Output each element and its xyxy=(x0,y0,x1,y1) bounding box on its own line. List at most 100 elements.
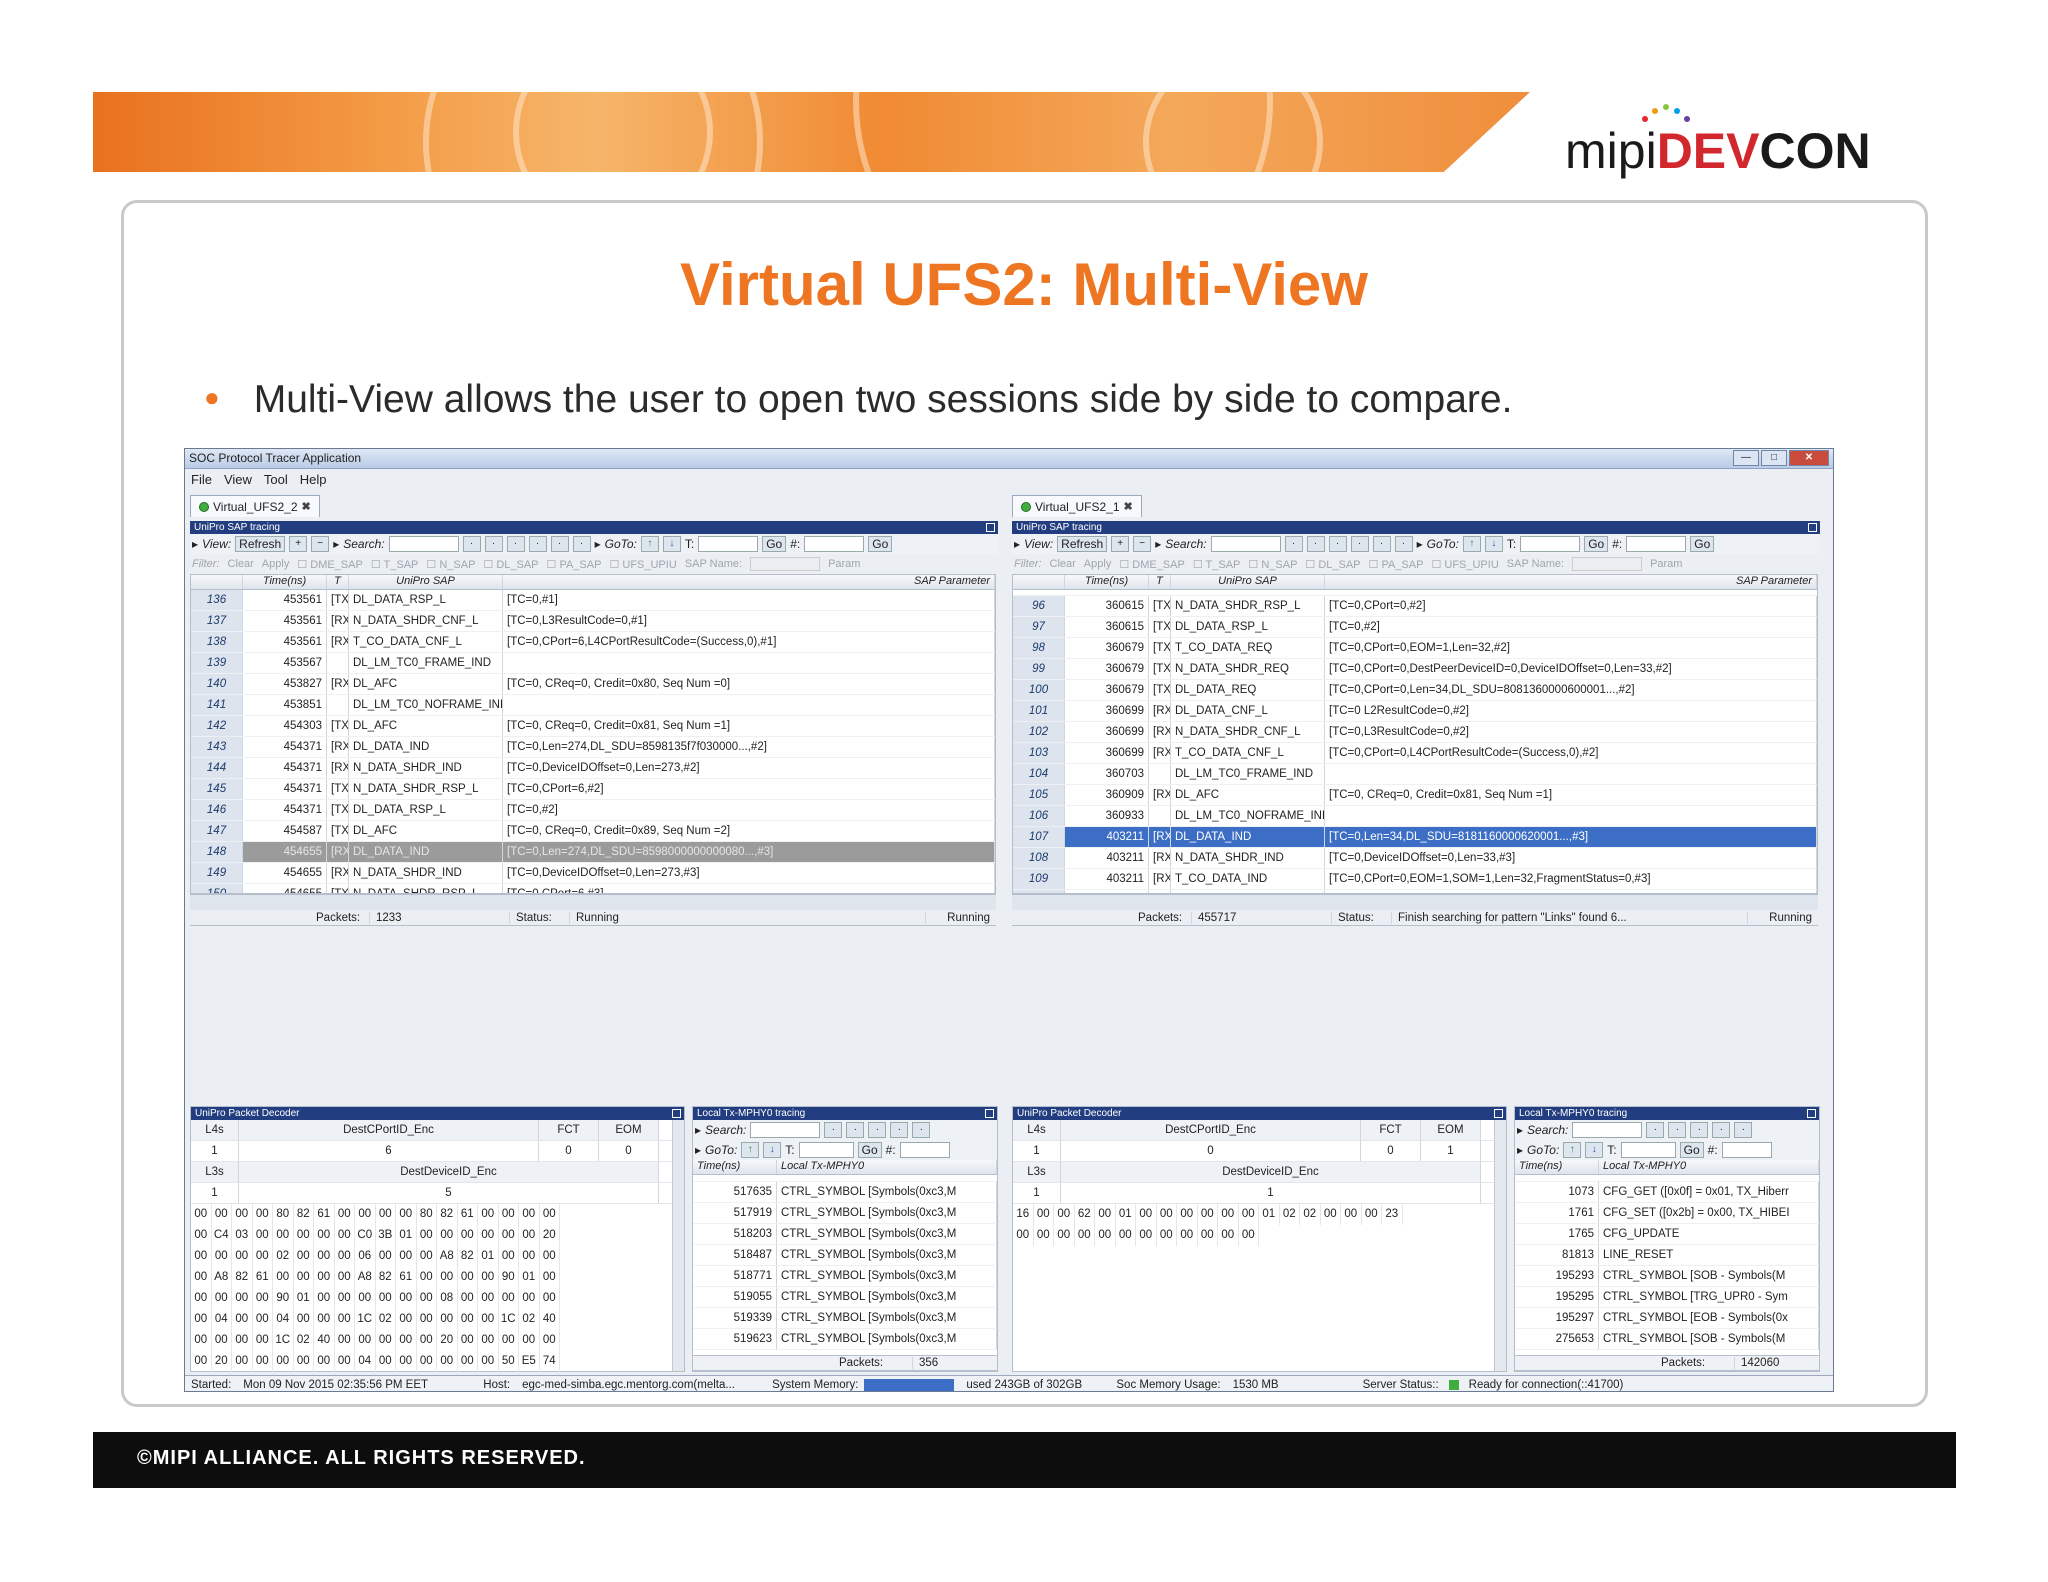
next-icon[interactable]: · xyxy=(890,1122,909,1138)
filter-checkbox-dl-sap[interactable]: ☐ DL_SAP xyxy=(483,558,538,571)
go-number-button[interactable]: Go xyxy=(1690,536,1715,552)
filter-checkbox-pa-sap[interactable]: ☐ PA_SAP xyxy=(1369,558,1424,571)
filter-checkbox-dl-sap[interactable]: ☐ DL_SAP xyxy=(1305,558,1360,571)
sap-name-input[interactable] xyxy=(1572,557,1643,571)
stop-icon[interactable]: · xyxy=(1734,1122,1753,1138)
table-row[interactable]: 140453827[RX]DL_AFC[TC=0, CReq=0, Credit… xyxy=(191,674,995,695)
packet-number-input[interactable] xyxy=(1721,1142,1772,1158)
table-row[interactable]: 141 453851 DL_LM_TC0_NOFRAME_IND xyxy=(191,695,995,716)
time-input[interactable] xyxy=(798,1142,854,1158)
search-icon[interactable]: · xyxy=(462,536,481,552)
table-row[interactable]: 142454303[TX]DL_AFC[TC=0, CReq=0, Credit… xyxy=(191,716,995,737)
expand-arrow-icon[interactable]: ▸ xyxy=(595,537,601,551)
column-header[interactable]: Time(ns) xyxy=(693,1160,777,1174)
horizontal-scrollbar[interactable] xyxy=(1012,894,1818,910)
table-row[interactable]: 101360699[RX]DL_DATA_CNF_L[TC=0 L2Result… xyxy=(1013,701,1817,722)
table-row[interactable]: 102360699[RX]N_DATA_SHDR_CNF_L[TC=0,L3Re… xyxy=(1013,722,1817,743)
panel-maximize-icon[interactable] xyxy=(985,1109,994,1118)
next-icon[interactable]: · xyxy=(528,536,547,552)
menu-tool[interactable]: Tool xyxy=(264,472,288,488)
stop-icon[interactable]: · xyxy=(1372,536,1391,552)
mphy-row[interactable]: 1073 CFG_GET ([0x0f] = 0x01, TX_Hiberr xyxy=(1515,1182,1819,1203)
filter-checkbox-dme-sap[interactable]: ☐ DME_SAP xyxy=(297,558,363,571)
table-row[interactable]: 148454655[RX]DL_DATA_IND[TC=0,Len=274,DL… xyxy=(191,842,995,863)
table-row[interactable]: 108403211[RX]N_DATA_SHDR_IND[TC=0,Device… xyxy=(1013,848,1817,869)
go-number-button[interactable]: Go xyxy=(868,536,893,552)
refresh-button[interactable]: Refresh xyxy=(1057,536,1108,552)
column-header[interactable]: Time(ns) xyxy=(243,575,327,589)
mphy-row[interactable]: 517919 CTRL_SYMBOL [Symbols(0xc3,M xyxy=(693,1203,997,1224)
time-input[interactable] xyxy=(698,536,759,552)
table-row[interactable]: 100360679[TX]DL_DATA_REQ[TC=0,CPort=0,Le… xyxy=(1013,680,1817,701)
zoom-in-icon[interactable]: + xyxy=(1111,536,1130,552)
table-row[interactable]: 145454371[TX]N_DATA_SHDR_RSP_L[TC=0,CPor… xyxy=(191,779,995,800)
filter-checkbox-t-sap[interactable]: ☐ T_SAP xyxy=(371,558,419,571)
table-row[interactable]: 99360679[TX]N_DATA_SHDR_REQ[TC=0,CPort=0… xyxy=(1013,659,1817,680)
clear-filter-button[interactable]: Clear xyxy=(228,558,254,570)
panel-maximize-icon[interactable] xyxy=(1808,523,1817,532)
table-row[interactable]: 98360679[TX]T_CO_DATA_REQ[TC=0,CPort=0,E… xyxy=(1013,638,1817,659)
packet-number-input[interactable] xyxy=(804,536,865,552)
tab-close-icon[interactable]: ✖ xyxy=(302,500,311,513)
apply-filter-button[interactable]: Apply xyxy=(262,558,290,570)
table-row[interactable]: 96360615[TX]N_DATA_SHDR_RSP_L[TC=0,CPort… xyxy=(1013,596,1817,617)
expand-arrow-icon[interactable]: ▸ xyxy=(192,537,198,551)
mphy-row[interactable]: 1765 CFG_UPDATE xyxy=(1515,1224,1819,1245)
packet-number-input[interactable] xyxy=(899,1142,950,1158)
table-row[interactable]: 139 453567 DL_LM_TC0_FRAME_IND xyxy=(191,653,995,674)
maximize-button[interactable]: □ xyxy=(1761,450,1787,466)
tab-close-icon[interactable]: ✖ xyxy=(1124,500,1133,513)
column-header[interactable]: Local Tx-MPHY0 xyxy=(777,1160,997,1174)
horizontal-scrollbar[interactable] xyxy=(190,894,996,910)
decoder-scrollbar[interactable] xyxy=(672,1120,684,1371)
arrow-down-icon[interactable]: ↓ xyxy=(763,1142,782,1158)
next-icon[interactable]: · xyxy=(1350,536,1369,552)
table-row[interactable]: 144454371[RX]N_DATA_SHDR_IND[TC=0,Device… xyxy=(191,758,995,779)
go-button[interactable]: Go xyxy=(1679,1142,1704,1158)
stop-icon[interactable]: · xyxy=(912,1122,931,1138)
arrow-up-icon[interactable]: ↑ xyxy=(741,1142,760,1158)
clear-search-icon[interactable]: · xyxy=(1306,536,1325,552)
table-row[interactable]: 104 360703 DL_LM_TC0_FRAME_IND xyxy=(1013,764,1817,785)
clear-search-icon[interactable]: · xyxy=(484,536,503,552)
mphy-row[interactable]: 519339 CTRL_SYMBOL [Symbols(0xc3,M xyxy=(693,1308,997,1329)
export-icon[interactable]: · xyxy=(572,536,591,552)
table-row[interactable]: 143454371[RX]DL_DATA_IND[TC=0,Len=274,DL… xyxy=(191,737,995,758)
mphy-row[interactable]: 518203 CTRL_SYMBOL [Symbols(0xc3,M xyxy=(693,1224,997,1245)
table-row[interactable]: 147454587[TX]DL_AFC[TC=0, CReq=0, Credit… xyxy=(191,821,995,842)
mphy-row[interactable]: 518771 CTRL_SYMBOL [Symbols(0xc3,M xyxy=(693,1266,997,1287)
panel-maximize-icon[interactable] xyxy=(1807,1109,1816,1118)
arrow-up-icon[interactable]: ↑ xyxy=(640,536,659,552)
table-row-partial[interactable] xyxy=(693,1175,997,1182)
minimize-button[interactable]: — xyxy=(1733,450,1759,466)
menu-file[interactable]: File xyxy=(191,472,212,488)
search-input[interactable] xyxy=(1210,536,1281,552)
column-header[interactable]: Time(ns) xyxy=(1065,575,1149,589)
filter-checkbox-n-sap[interactable]: ☐ N_SAP xyxy=(426,558,475,571)
column-header[interactable]: UniPro SAP xyxy=(349,575,503,589)
panel-maximize-icon[interactable] xyxy=(672,1109,681,1118)
mphy-row[interactable]: 519623 CTRL_SYMBOL [Symbols(0xc3,M xyxy=(693,1329,997,1350)
table-row[interactable]: 107403211[RX]DL_DATA_IND[TC=0,Len=34,DL_… xyxy=(1013,827,1817,848)
mphy-search-input[interactable] xyxy=(750,1122,821,1138)
table-row[interactable]: 150454655[TX]N_DATA_SHDR_RSP_L[TC=0,CPor… xyxy=(191,884,995,893)
filter-checkbox-dme-sap[interactable]: ☐ DME_SAP xyxy=(1119,558,1185,571)
apply-filter-button[interactable]: Apply xyxy=(1084,558,1112,570)
zoom-out-icon[interactable]: − xyxy=(311,536,330,552)
column-header[interactable] xyxy=(191,575,243,589)
mphy-row[interactable]: 195295 CTRL_SYMBOL [TRG_UPR0 - Sym xyxy=(1515,1287,1819,1308)
expand-arrow-icon[interactable]: ▸ xyxy=(695,1123,701,1137)
session-tab[interactable]: Virtual_UFS2_1 ✖ xyxy=(1012,495,1142,517)
mphy-row[interactable]: 81813 LINE_RESET xyxy=(1515,1245,1819,1266)
expand-arrow-icon[interactable]: ▸ xyxy=(333,537,339,551)
decoder-scrollbar[interactable] xyxy=(1494,1120,1506,1371)
expand-arrow-icon[interactable]: ▸ xyxy=(695,1143,701,1157)
search-icon[interactable]: · xyxy=(1646,1122,1665,1138)
table-row[interactable]: 138453561[RX]T_CO_DATA_CNF_L[TC=0,CPort=… xyxy=(191,632,995,653)
time-input[interactable] xyxy=(1520,536,1581,552)
column-header[interactable]: T xyxy=(327,575,349,589)
column-header[interactable]: T xyxy=(1149,575,1171,589)
column-header[interactable]: UniPro SAP xyxy=(1171,575,1325,589)
panel-maximize-icon[interactable] xyxy=(986,523,995,532)
refresh-button[interactable]: Refresh xyxy=(235,536,286,552)
